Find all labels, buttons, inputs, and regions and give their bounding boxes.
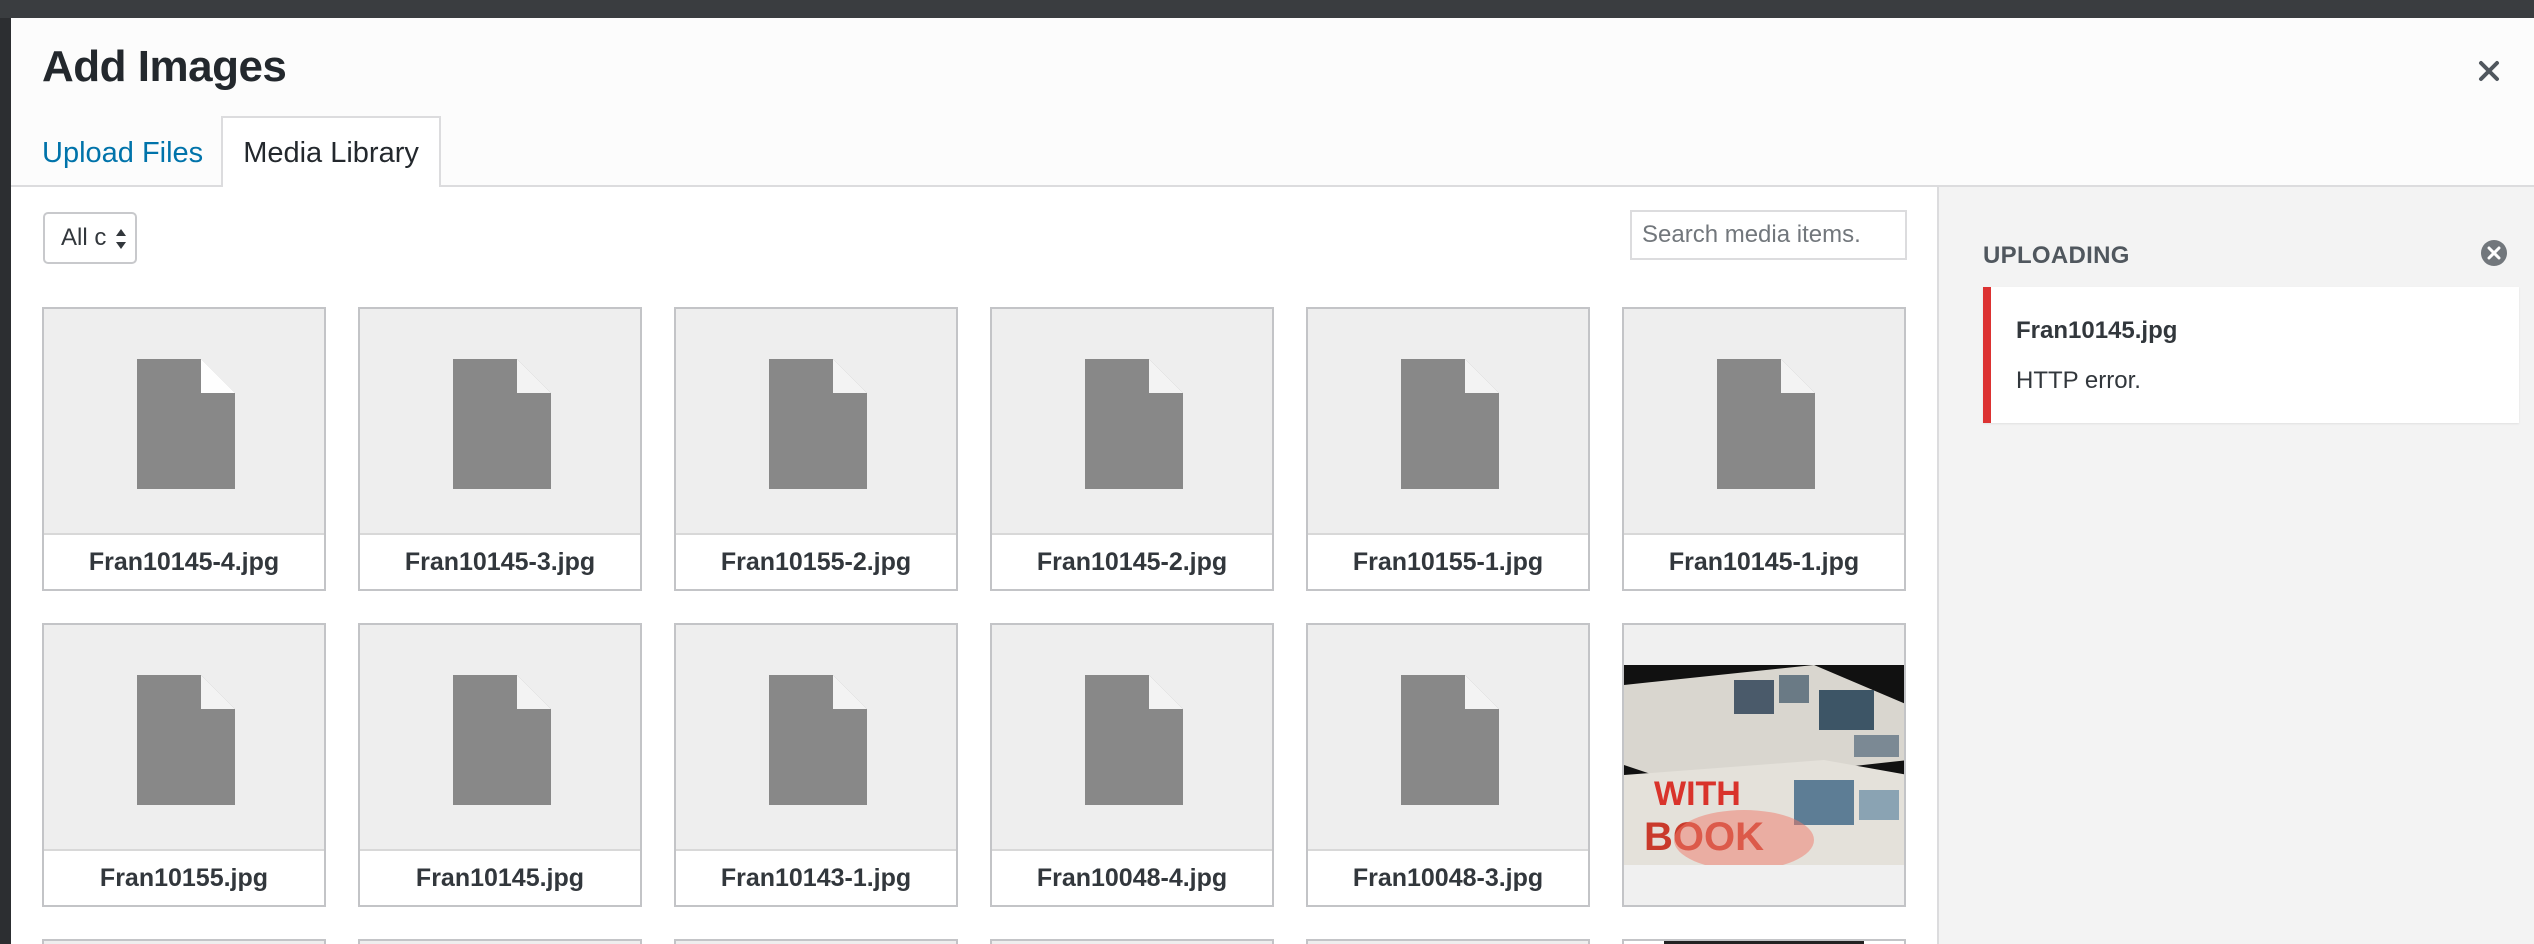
select-arrows-icon — [116, 229, 126, 249]
media-item[interactable]: Fran10155-2.jpg — [674, 307, 958, 591]
media-item-filename: Fran10155.jpg — [44, 849, 324, 905]
modal-tabs: Upload Files Media Library — [42, 116, 441, 189]
document-icon — [1717, 359, 1815, 489]
photo-thumbnail: WITH BOOK — [1624, 665, 1904, 865]
media-item[interactable]: Fran10048-3.jpg — [1306, 623, 1590, 907]
tab-upload-files[interactable]: Upload Files — [42, 118, 203, 189]
document-icon — [137, 359, 235, 489]
dismiss-errors-button[interactable] — [2479, 238, 2509, 268]
document-icon — [453, 675, 551, 805]
document-icon — [453, 359, 551, 489]
media-item-filename: Fran10155-2.jpg — [676, 533, 956, 589]
uploading-heading: UPLOADING — [1983, 242, 2130, 269]
media-item[interactable] — [674, 939, 958, 944]
add-images-modal: Add Images Upload Files Media Library Al… — [11, 18, 2534, 944]
media-item[interactable]: Fran10048-4.jpg — [990, 623, 1274, 907]
media-item[interactable] — [990, 939, 1274, 944]
dismiss-circle-icon — [2481, 240, 2507, 266]
upload-status-sidebar: UPLOADING Fran10145.jpg HTTP error. — [1937, 187, 2534, 944]
document-icon — [1401, 359, 1499, 489]
tab-media-library[interactable]: Media Library — [221, 116, 441, 189]
media-type-filter[interactable]: All c — [43, 212, 137, 264]
media-item-filename: Fran10145.jpg — [360, 849, 640, 905]
media-item[interactable] — [1306, 939, 1590, 944]
media-library-content: All c Fran10145-4.jpg Fran10145-3.jpg Fr… — [11, 187, 1937, 944]
media-item-photo[interactable] — [1622, 939, 1906, 944]
document-icon — [769, 675, 867, 805]
modal-title: Add Images — [42, 42, 287, 91]
media-item-filename: Fran10145-2.jpg — [992, 533, 1272, 589]
close-button[interactable] — [2464, 46, 2514, 96]
backdrop — [0, 0, 2534, 18]
svg-text:WITH: WITH — [1654, 775, 1741, 813]
media-item[interactable]: Fran10143-1.jpg — [674, 623, 958, 907]
media-item-filename: Fran10048-4.jpg — [992, 849, 1272, 905]
media-item[interactable]: Fran10145-1.jpg — [1622, 307, 1906, 591]
document-icon — [1085, 675, 1183, 805]
media-item-filename: Fran10145-4.jpg — [44, 533, 324, 589]
document-icon — [137, 675, 235, 805]
document-icon — [769, 359, 867, 489]
media-item[interactable]: Fran10155-1.jpg — [1306, 307, 1590, 591]
media-item-photo[interactable]: WITH BOOK — [1622, 623, 1906, 907]
error-message: HTTP error. — [2016, 367, 2141, 394]
search-input[interactable] — [1630, 210, 1907, 260]
document-icon — [1401, 675, 1499, 805]
media-grid: Fran10145-4.jpg Fran10145-3.jpg Fran1015… — [42, 307, 1906, 944]
document-icon — [1085, 359, 1183, 489]
media-item[interactable]: Fran10145.jpg — [358, 623, 642, 907]
media-item[interactable] — [358, 939, 642, 944]
media-item[interactable]: Fran10145-2.jpg — [990, 307, 1274, 591]
error-filename: Fran10145.jpg — [2016, 317, 2178, 344]
media-item[interactable]: Fran10145-3.jpg — [358, 307, 642, 591]
modal-header: Add Images Upload Files Media Library — [11, 18, 2534, 189]
media-item-filename: Fran10143-1.jpg — [676, 849, 956, 905]
filter-selected-value: All c — [61, 224, 107, 251]
media-item[interactable]: Fran10145-4.jpg — [42, 307, 326, 591]
close-icon — [2479, 61, 2499, 81]
media-item-filename: Fran10048-3.jpg — [1308, 849, 1588, 905]
upload-error-notice: Fran10145.jpg HTTP error. — [1983, 287, 2519, 423]
media-item-filename: Fran10145-1.jpg — [1624, 533, 1904, 589]
media-item-filename: Fran10145-3.jpg — [360, 533, 640, 589]
media-item[interactable]: Fran10155.jpg — [42, 623, 326, 907]
media-item-filename: Fran10155-1.jpg — [1308, 533, 1588, 589]
media-item[interactable] — [42, 939, 326, 944]
